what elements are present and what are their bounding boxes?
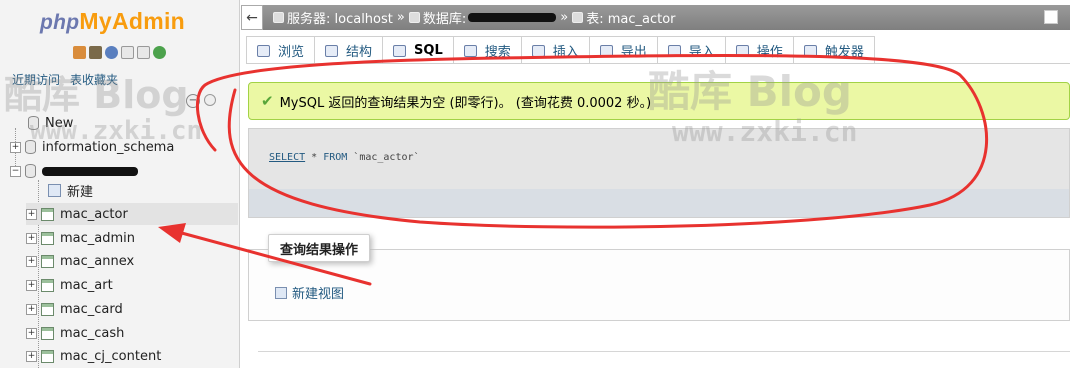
tree-item-table[interactable]: + mac_cj_content (26, 345, 226, 367)
tab-favorites[interactable]: 表收藏夹 (70, 71, 118, 88)
database-icon (408, 12, 420, 23)
reload-icon[interactable] (153, 46, 166, 59)
structure-icon (325, 44, 339, 57)
collapse-all-button[interactable]: − (186, 94, 200, 108)
tab-insert[interactable]: 插入 (520, 36, 590, 64)
table-icon (41, 254, 54, 268)
expand-icon[interactable]: + (26, 327, 37, 339)
checkmark-icon: ✔ (261, 92, 274, 110)
tree-item-database[interactable]: + information_schema (10, 136, 236, 158)
breadcrumb-table[interactable]: 表: mac_actor (572, 8, 676, 27)
table-icon (41, 207, 54, 221)
search-icon (463, 44, 477, 57)
phpmyadmin-logo[interactable]: phpMyAdmin (40, 8, 185, 35)
tab-structure[interactable]: 结构 (314, 36, 384, 64)
tab-search[interactable]: 搜索 (452, 36, 522, 64)
query-results-operations (248, 249, 1070, 321)
tree-item-table[interactable]: + mac_admin (26, 227, 226, 249)
new-table-icon (48, 183, 61, 197)
navigation-panel: phpMyAdmin 近期访问 表收藏夹 − New + information… (0, 0, 240, 368)
breadcrumb-server[interactable]: 服务器: localhost » (273, 8, 405, 27)
expand-icon[interactable]: + (26, 350, 37, 362)
tree-item-table[interactable]: + mac_card (26, 298, 226, 320)
tree-item-table[interactable]: + mac_cash (26, 322, 226, 344)
page-settings-icon[interactable] (1044, 10, 1058, 24)
sql-query-text: SELECT * FROM `mac_actor` (269, 152, 420, 163)
wrench-icon (735, 44, 749, 57)
logout-icon[interactable] (89, 46, 102, 59)
tab-browse[interactable]: 浏览 (246, 36, 316, 64)
breadcrumb-database[interactable]: 数据库: » (408, 8, 568, 27)
nav-tabs: 近期访问 表收藏夹 (12, 71, 118, 88)
triggers-icon (803, 44, 817, 57)
tree-item-table[interactable]: + mac_art (26, 274, 226, 296)
link-with-main-button[interactable] (204, 94, 216, 106)
table-icon (41, 326, 54, 340)
sql-keyword-from: FROM (323, 152, 348, 163)
collapse-icon[interactable]: − (10, 165, 21, 177)
expand-icon[interactable]: + (26, 208, 37, 220)
import-icon (667, 44, 681, 57)
table-icon (41, 278, 54, 292)
tab-import[interactable]: 导入 (656, 36, 726, 64)
tabs-divider (246, 63, 1070, 64)
insert-icon (531, 44, 545, 57)
tab-sql[interactable]: SQL (382, 36, 454, 64)
sql-icon (393, 44, 407, 57)
home-icon[interactable] (73, 46, 86, 59)
database-icon (25, 164, 36, 178)
tree-item-new-table[interactable]: 新建 (48, 179, 228, 201)
help-icon[interactable] (105, 46, 118, 59)
table-icon (41, 302, 54, 316)
table-icon (572, 12, 584, 23)
expand-icon[interactable]: + (26, 232, 37, 244)
browse-icon (257, 44, 270, 57)
sql-keyword-select[interactable]: SELECT (269, 152, 305, 163)
breadcrumb: ← 服务器: localhost » 数据库: » 表: mac_actor (241, 5, 1070, 30)
tree-item-table[interactable]: + mac_annex (26, 250, 226, 272)
tab-recent[interactable]: 近期访问 (12, 71, 60, 88)
server-icon (273, 12, 284, 23)
success-message: ✔ MySQL 返回的查询结果为空 (即零行)。 (查询花费 0.0002 秒。… (248, 82, 1070, 120)
tab-operations[interactable]: 操作 (724, 36, 794, 64)
nav-icon-bar (73, 46, 166, 59)
divider (258, 351, 1070, 352)
view-icon (275, 286, 287, 299)
table-icon (41, 231, 54, 245)
expand-icon[interactable]: + (10, 141, 21, 153)
tab-export[interactable]: 导出 (588, 36, 658, 64)
settings-icon[interactable] (137, 46, 150, 59)
tab-triggers[interactable]: 触发器 (792, 36, 875, 64)
expand-icon[interactable]: + (26, 255, 37, 267)
back-arrow-icon[interactable]: ← (241, 5, 263, 30)
tree-item-new[interactable]: New (14, 112, 234, 134)
tree-item-table-selected[interactable]: + mac_actor (26, 203, 238, 225)
main-tabs: 浏览 结构 SQL 搜索 插入 导出 导入 操作 触发器 (246, 36, 875, 64)
redacted-database-name (42, 166, 138, 176)
query-results-operations-legend: 查询结果操作 (268, 234, 371, 262)
export-icon (599, 44, 613, 57)
sql-query-box: SELECT * FROM `mac_actor` (248, 128, 1070, 218)
expand-icon[interactable]: + (26, 279, 37, 291)
create-view-link[interactable]: 新建视图 (275, 283, 344, 302)
redacted-database-name (468, 13, 557, 22)
docs-icon[interactable] (121, 46, 134, 59)
new-database-icon (28, 116, 39, 130)
table-icon (41, 349, 54, 363)
expand-icon[interactable]: + (26, 303, 37, 315)
sql-query-toolbar (249, 189, 1069, 217)
database-icon (25, 140, 36, 154)
